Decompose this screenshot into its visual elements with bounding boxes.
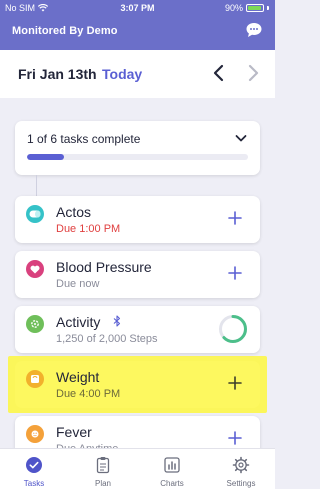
task-card-blood-pressure[interactable]: Blood Pressure Due now: [15, 251, 260, 298]
battery-indicator: 90%: [225, 3, 269, 13]
add-icon[interactable]: [228, 266, 242, 280]
scale-icon: [26, 370, 44, 388]
task-card-weight[interactable]: Weight Due 4:00 PM: [15, 361, 260, 408]
add-icon[interactable]: [228, 376, 242, 390]
task-due: Due 1:00 PM: [56, 223, 121, 235]
pill-icon: [26, 205, 44, 223]
bluetooth-icon: [113, 315, 121, 327]
task-card-actos[interactable]: Actos Due 1:00 PM: [15, 196, 260, 243]
task-steps: 1,250 of 2,000 Steps: [56, 333, 158, 345]
task-name: Weight: [56, 369, 100, 385]
battery-icon: [246, 4, 264, 12]
task-name: Fever: [56, 424, 92, 440]
heart-icon: [26, 260, 44, 278]
tab-tasks[interactable]: Tasks: [0, 449, 68, 489]
tab-label: Charts: [160, 479, 184, 488]
battery-percent: 90%: [224, 3, 243, 13]
tab-charts[interactable]: Charts: [138, 449, 206, 489]
progress-bar-fill: [27, 154, 64, 160]
progress-label: 1 of 6 tasks complete: [27, 132, 141, 146]
date-bar: Fri Jan 13th Today: [0, 50, 275, 98]
app-title: Monitored By Demo: [12, 25, 118, 37]
task-name: Blood Pressure: [56, 259, 152, 275]
task-name: Actos: [56, 204, 92, 220]
today-button[interactable]: Today: [102, 66, 142, 82]
tab-plan[interactable]: Plan: [69, 449, 137, 489]
check-circle-icon: [26, 457, 42, 473]
tab-label: Tasks: [23, 479, 45, 488]
task-due: Due now: [56, 278, 100, 290]
tab-label: Plan: [94, 479, 111, 488]
add-icon[interactable]: [228, 211, 242, 225]
clipboard-icon: [96, 457, 110, 474]
thermometer-icon: [26, 425, 44, 443]
tab-label: Settings: [226, 479, 256, 488]
status-bar: No SIM 3:07 PM 90%: [0, 0, 275, 15]
tab-bar: Tasks Plan Charts Settings: [0, 448, 275, 489]
progress-card[interactable]: 1 of 6 tasks complete: [15, 121, 260, 175]
tab-settings[interactable]: Settings: [207, 449, 275, 489]
app-header: No SIM 3:07 PM 90% Monitored By Demo: [0, 0, 275, 50]
chat-bubble-icon[interactable]: [245, 21, 263, 39]
chart-icon: [164, 457, 180, 473]
task-name: Activity: [56, 314, 101, 330]
chevron-right-icon[interactable]: [246, 64, 260, 82]
gear-icon: [232, 456, 250, 474]
task-due: Due 4:00 PM: [56, 388, 121, 400]
current-date: Fri Jan 13th: [18, 66, 97, 82]
chevron-down-icon[interactable]: [235, 134, 247, 143]
progress-bar: [27, 154, 248, 160]
steps-progress-ring: [219, 315, 247, 343]
activity-icon: [26, 315, 44, 333]
chevron-left-icon[interactable]: [212, 64, 226, 82]
task-card-activity[interactable]: Activity 1,250 of 2,000 Steps: [15, 306, 260, 353]
add-icon[interactable]: [228, 431, 242, 445]
